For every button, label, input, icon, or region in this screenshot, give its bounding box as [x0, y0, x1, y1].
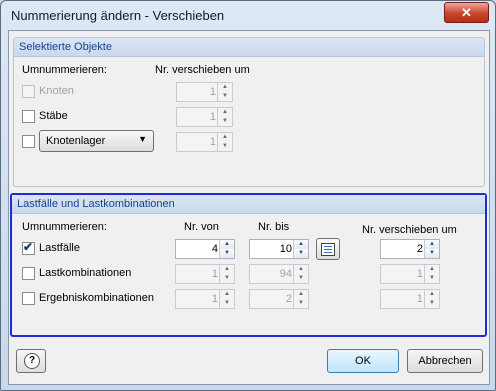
result-combinations-shift-spinner[interactable]: 1 ▲ ▼ — [380, 289, 440, 309]
help-button[interactable]: ? — [16, 349, 46, 373]
object-type-dropdown[interactable]: Knotenlager ▼ — [39, 130, 154, 152]
renumber-column-label: Umnummerieren: — [22, 221, 107, 233]
spinner-arrows: ▲ ▼ — [424, 265, 439, 283]
to-column-label: Nr. bis — [258, 221, 290, 233]
group-title: Lastfälle und Lastkombinationen — [17, 198, 175, 210]
spinner-arrows: ▲ ▼ — [219, 290, 234, 308]
ok-button[interactable]: OK — [327, 349, 399, 373]
spin-down-icon[interactable]: ▼ — [220, 274, 234, 283]
supports-shift-value: 1 — [209, 136, 216, 148]
dropdown-value: Knotenlager — [46, 135, 106, 147]
load-cases-checkbox[interactable]: ✔ — [22, 240, 35, 255]
members-checkbox[interactable] — [22, 110, 35, 123]
spinner-arrows: ▲ ▼ — [424, 240, 439, 258]
spin-down-icon[interactable]: ▼ — [425, 249, 439, 258]
window-title: Nummerierung ändern - Verschieben — [11, 8, 225, 23]
shift-column-label: Nr. verschieben um — [362, 224, 457, 236]
load-combinations-shift-spinner[interactable]: 1 ▲ ▼ — [380, 264, 440, 284]
load-combinations-to-value: 94 — [279, 268, 292, 280]
spinner-arrows: ▲ ▼ — [217, 108, 232, 126]
load-cases-shift-value: 2 — [416, 243, 423, 255]
result-combinations-from-value: 1 — [211, 293, 218, 305]
load-combinations-from-value: 1 — [211, 268, 218, 280]
dialog-client-area: Selektierte Objekte Umnummerieren: Nr. v… — [8, 30, 490, 385]
title-bar[interactable]: Nummerierung ändern - Verschieben ✕ — [1, 1, 495, 31]
group-selected-objects: Selektierte Objekte Umnummerieren: Nr. v… — [13, 37, 485, 187]
spin-down-icon[interactable]: ▼ — [425, 299, 439, 308]
nodes-shift-spinner[interactable]: 1 ▲ ▼ — [176, 82, 233, 102]
help-icon: ? — [24, 353, 40, 369]
spinner-arrows: ▲ ▼ — [293, 265, 308, 283]
cancel-button[interactable]: Abbrechen — [407, 349, 483, 373]
supports-shift-spinner[interactable]: 1 ▲ ▼ — [176, 132, 233, 152]
spinner-arrows: ▲ ▼ — [219, 265, 234, 283]
group-header: Selektierte Objekte — [14, 38, 484, 57]
spinner-arrows: ▲ ▼ — [217, 83, 232, 101]
load-cases-list-button[interactable] — [316, 238, 340, 260]
spinner-arrows: ▲ ▼ — [293, 290, 308, 308]
nodes-checkbox[interactable] — [22, 85, 35, 98]
load-cases-to-spinner[interactable]: 10 ▲ ▼ — [249, 239, 309, 259]
result-combinations-checkbox[interactable] — [22, 292, 35, 305]
members-label: Stäbe — [39, 110, 68, 122]
result-combinations-to-spinner[interactable]: 2 ▲ ▼ — [249, 289, 309, 309]
load-combinations-label: Lastkombinationen — [39, 267, 132, 279]
from-column-label: Nr. von — [184, 221, 219, 233]
load-cases-from-spinner[interactable]: 4 ▲ ▼ — [175, 239, 235, 259]
members-shift-value: 1 — [209, 111, 216, 123]
load-cases-shift-spinner[interactable]: 2 ▲ ▼ — [380, 239, 440, 259]
spinner-arrows: ▲ ▼ — [424, 290, 439, 308]
spinner-arrows: ▲ ▼ — [293, 240, 308, 258]
spin-down-icon[interactable]: ▼ — [220, 299, 234, 308]
list-icon — [321, 243, 335, 256]
load-combinations-checkbox[interactable] — [22, 267, 35, 280]
spin-down-icon[interactable]: ▼ — [218, 142, 232, 151]
renumber-column-label: Umnummerieren: — [22, 64, 107, 76]
spinner-arrows: ▲ ▼ — [219, 240, 234, 258]
close-button[interactable]: ✕ — [444, 2, 489, 23]
load-cases-label: Lastfälle — [39, 242, 80, 254]
nodes-shift-value: 1 — [209, 86, 216, 98]
result-combinations-to-value: 2 — [285, 293, 292, 305]
group-title: Selektierte Objekte — [19, 41, 112, 53]
members-shift-spinner[interactable]: 1 ▲ ▼ — [176, 107, 233, 127]
group-load-cases: Lastfälle und Lastkombinationen Umnummer… — [10, 193, 487, 337]
supports-checkbox[interactable] — [22, 135, 35, 148]
load-combinations-from-spinner[interactable]: 1 ▲ ▼ — [175, 264, 235, 284]
result-combinations-from-spinner[interactable]: 1 ▲ ▼ — [175, 289, 235, 309]
load-cases-from-value: 4 — [211, 243, 218, 255]
spin-down-icon[interactable]: ▼ — [218, 92, 232, 101]
load-combinations-to-spinner[interactable]: 94 ▲ ▼ — [249, 264, 309, 284]
group-header: Lastfälle und Lastkombinationen — [12, 195, 485, 214]
result-combinations-label: Ergebniskombinationen — [39, 292, 154, 304]
spin-down-icon[interactable]: ▼ — [220, 249, 234, 258]
spin-down-icon[interactable]: ▼ — [425, 274, 439, 283]
spin-down-icon[interactable]: ▼ — [294, 274, 308, 283]
nodes-label: Knoten — [39, 85, 74, 97]
check-icon: ✔ — [23, 240, 34, 254]
spin-down-icon[interactable]: ▼ — [294, 299, 308, 308]
spinner-arrows: ▲ ▼ — [217, 133, 232, 151]
spin-down-icon[interactable]: ▼ — [218, 117, 232, 126]
result-combinations-shift-value: 1 — [416, 293, 423, 305]
load-combinations-shift-value: 1 — [416, 268, 423, 280]
spin-down-icon[interactable]: ▼ — [294, 249, 308, 258]
shift-column-label: Nr. verschieben um — [155, 64, 250, 76]
chevron-down-icon: ▼ — [138, 134, 147, 144]
dialog-window: Nummerierung ändern - Verschieben ✕ Sele… — [0, 0, 496, 391]
load-cases-to-value: 10 — [279, 243, 292, 255]
